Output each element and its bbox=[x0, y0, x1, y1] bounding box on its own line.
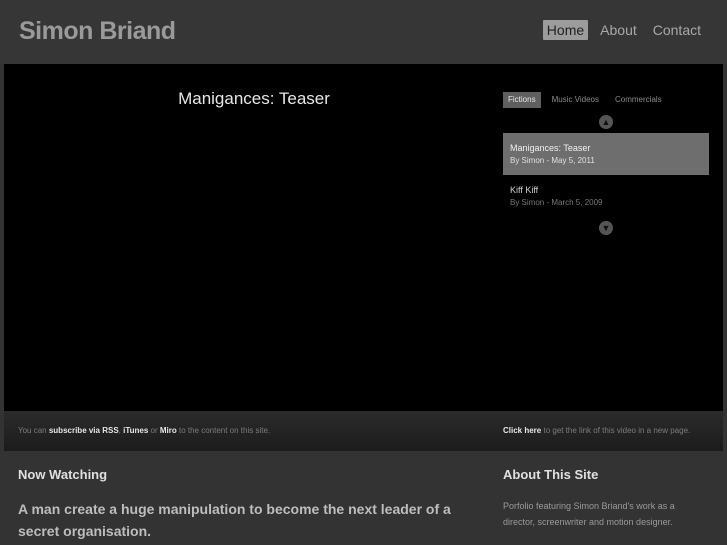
miro-link[interactable]: Miro bbox=[160, 426, 177, 435]
video-list-item[interactable]: Kiff Kiff By Simon - March 5, 2009 bbox=[503, 175, 709, 217]
video-item-meta: By Simon - March 5, 2009 bbox=[510, 198, 603, 207]
nav-home[interactable]: Home bbox=[542, 20, 589, 40]
nav-contact[interactable]: Contact bbox=[649, 20, 705, 40]
about-heading: About This Site bbox=[503, 467, 599, 482]
about-text: Porfolio featuring Simon Briand's work a… bbox=[503, 501, 675, 527]
click-here-link[interactable]: Click here bbox=[503, 426, 541, 435]
arrow-down-icon[interactable]: ▼ bbox=[599, 221, 613, 235]
video-link-text: Click here to get the link of this video… bbox=[503, 426, 690, 435]
site-header: Simon Briand Home About Contact bbox=[0, 0, 727, 64]
video-item-title: Kiff Kiff bbox=[510, 185, 539, 195]
video-list-item[interactable]: Manigances: Teaser By Simon - May 5, 201… bbox=[503, 133, 709, 175]
now-watching-heading: Now Watching bbox=[18, 467, 108, 482]
subscribe-rss-link[interactable]: subscribe via RSS bbox=[49, 426, 119, 435]
tab-commercials[interactable]: Commercials bbox=[610, 92, 667, 108]
video-title: Manigances: Teaser bbox=[178, 89, 330, 108]
now-watching-description: A man create a huge manipulation to beco… bbox=[18, 501, 451, 539]
itunes-link[interactable]: iTunes bbox=[123, 426, 148, 435]
click-here-suffix: to get the link of this video in a new p… bbox=[541, 426, 691, 435]
arrow-up-icon[interactable]: ▲ bbox=[599, 115, 613, 129]
main-nav: Home About Contact bbox=[535, 20, 705, 40]
subscribe-bar: You can subscribe via RSS, iTunes or Mir… bbox=[4, 411, 723, 451]
site-title-link[interactable]: Simon Briand bbox=[19, 17, 176, 46]
subscribe-suffix: to the content on this site. bbox=[176, 426, 271, 435]
video-item-meta: By Simon - May 5, 2011 bbox=[510, 156, 595, 165]
category-tabs: Fictions Music Videos Commercials bbox=[503, 92, 673, 108]
video-item-title: Manigances: Teaser bbox=[510, 143, 591, 153]
video-stage[interactable]: Manigances: Teaser Fictions Music Videos… bbox=[4, 64, 723, 411]
tab-music-videos[interactable]: Music Videos bbox=[547, 92, 604, 108]
subscribe-prefix: You can bbox=[18, 426, 49, 435]
nav-about[interactable]: About bbox=[596, 20, 641, 40]
tab-fictions[interactable]: Fictions bbox=[503, 92, 541, 108]
subscribe-text: You can subscribe via RSS, iTunes or Mir… bbox=[18, 426, 270, 435]
subscribe-sep: or bbox=[148, 426, 160, 435]
